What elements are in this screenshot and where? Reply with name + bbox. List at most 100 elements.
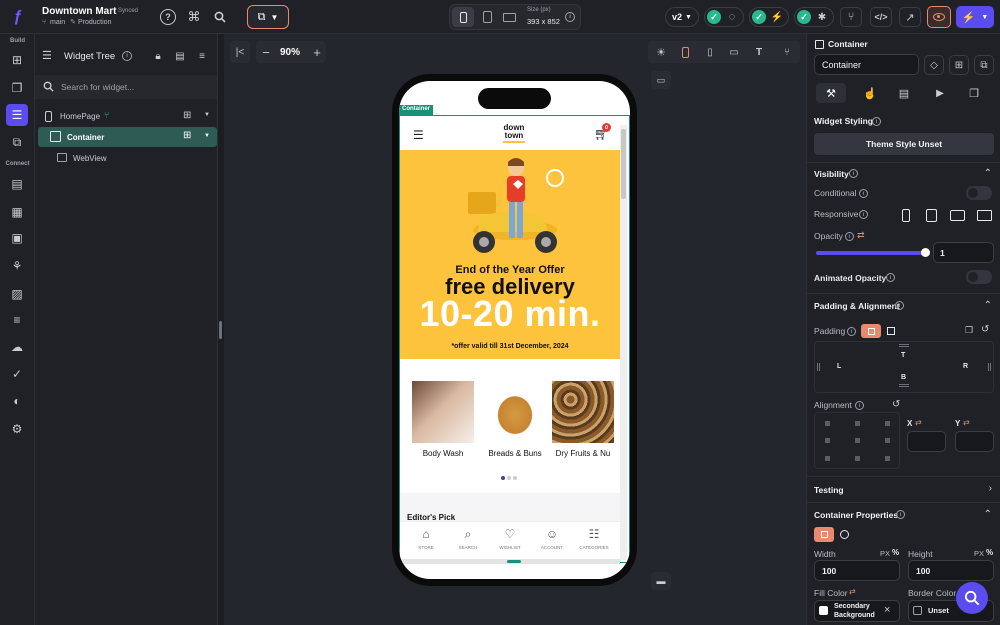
category-item[interactable]: Breads & Buns [483,381,547,458]
widget-graph-icon[interactable]: ⑂ [779,44,795,60]
tablet-icon[interactable] [926,209,937,222]
tab-animations[interactable]: ▶ [925,83,955,103]
animated-opacity-toggle[interactable] [966,270,992,284]
preview-button[interactable] [927,6,951,28]
align-top-left[interactable] [825,421,830,426]
app-state-icon[interactable]: ▦ [7,202,27,222]
components-icon[interactable]: ⧉ [7,132,27,152]
phone-icon[interactable] [902,209,910,222]
category-item[interactable]: Body Wash [411,381,475,458]
api-calls-icon[interactable]: ▣ [7,228,27,248]
environment-name[interactable]: Production [78,19,111,26]
variable-link-icon[interactable]: ⇄ [857,230,865,241]
command-icon[interactable]: ⌘ [186,9,202,25]
code-button[interactable]: </> [870,7,892,27]
tab-documentation[interactable]: ❐ [959,83,989,103]
align-center[interactable] [855,438,860,443]
shape-circle-button[interactable] [837,527,852,542]
tab-properties[interactable]: ⚒ [816,83,846,103]
run-button[interactable]: ⚡ ▼ [956,6,994,28]
align-y-input[interactable] [955,431,994,452]
canvas-side-icon[interactable]: ▭ [651,71,671,89]
integrations-icon[interactable]: ⚘ [7,256,27,276]
reset-icon[interactable]: ↺ [981,324,989,335]
add-child-icon[interactable]: ⊞ [183,110,191,121]
help-icon[interactable]: ? [160,9,176,25]
chevron-up-icon[interactable]: ⌃ [984,168,992,179]
info-icon[interactable]: i [847,327,856,336]
opacity-slider-thumb[interactable] [921,248,930,257]
desktop-device-button[interactable] [499,7,519,27]
nav-wishlist[interactable]: ♡ WISHLIST [492,527,528,550]
zoom-level[interactable]: 90% [280,47,300,58]
conditional-toggle[interactable] [966,186,992,200]
add-page-icon[interactable]: ⊞ [7,50,27,70]
floating-search-button[interactable] [956,582,988,614]
info-icon[interactable]: i [896,510,905,519]
variable-link-icon[interactable]: ⇄ [963,418,970,427]
search-icon[interactable] [212,9,228,25]
shape-rectangle-button[interactable] [814,527,834,542]
height-unit-label[interactable]: PX [974,549,984,558]
tablet-device-button[interactable] [477,7,497,27]
category-item[interactable]: Dry Fruits & Nu [551,381,615,458]
sort-icon[interactable]: ≡ [195,49,209,63]
nav-store[interactable]: ⌂ STORE [408,527,444,550]
nav-categories[interactable]: ☷ CATEGORIES [576,527,612,550]
carousel-dot-active[interactable] [501,476,505,480]
tab-backend-query[interactable]: ▤ [889,83,919,103]
align-center-left[interactable] [825,438,830,443]
panel-resize-handle[interactable] [219,321,222,339]
info-icon[interactable]: i [886,273,895,282]
info-icon[interactable]: i [845,232,854,241]
info-icon[interactable]: i [849,169,858,178]
padding-right-handle[interactable] [988,363,991,371]
widget-tree-link-icon[interactable]: ⧉ [974,55,994,75]
variable-link-icon[interactable]: ⇄ [915,418,922,427]
chevron-right-icon[interactable]: › [989,483,992,494]
custom-code-icon[interactable]: ≡ [7,310,27,330]
align-bottom-left[interactable] [825,456,830,461]
add-child-icon[interactable]: ⊞ [183,130,191,141]
chevron-up-icon[interactable]: ⌃ [984,300,992,311]
padding-uniform-button[interactable] [861,324,881,338]
align-x-input[interactable] [907,431,946,452]
media-assets-icon[interactable]: ▨ [7,284,27,304]
add-widget-icon[interactable]: ⊞ [949,55,969,75]
align-top-center[interactable] [855,421,860,426]
widget-palette-button[interactable]: ⧉ ▼ [247,5,289,29]
version-selector[interactable]: v2 ▼ [665,7,699,27]
canvas-keyboard-icon[interactable]: ▬ [651,572,671,590]
reset-icon[interactable]: ↺ [892,399,900,410]
align-top-right[interactable] [885,421,890,426]
lock-icon[interactable]: 🔒︎ [151,49,165,63]
carousel-dot[interactable] [513,476,517,480]
info-icon[interactable]: i [122,51,132,61]
alignment-grid[interactable] [814,412,900,469]
zoom-out-button[interactable]: − [259,44,273,60]
desktop-icon[interactable] [977,210,992,221]
info-icon[interactable]: i [872,117,881,126]
pages-icon[interactable]: ❐ [7,78,27,98]
phone-orientation-button[interactable] [677,44,693,60]
tree-toggle-icon[interactable]: ☰ [42,49,52,62]
info-icon[interactable]: i [565,12,575,22]
text-scale-icon[interactable]: T [751,44,767,60]
padding-top-handle[interactable] [899,344,909,347]
copy-icon[interactable]: ❐ [965,325,973,336]
tablet-landscape-icon[interactable] [950,210,965,221]
info-icon[interactable]: i [895,301,904,310]
tests-icon[interactable]: ✓ [7,364,27,384]
scrollbar-thumb[interactable] [621,129,626,199]
align-bottom-center[interactable] [855,456,860,461]
carousel-dot[interactable] [507,476,511,480]
cloud-functions-icon[interactable]: ☁ [7,337,27,357]
percent-icon[interactable]: % [986,548,993,557]
widget-tree-icon[interactable]: ☰ [6,104,28,126]
theme-icon[interactable]: ◐ [7,391,27,411]
nav-account[interactable]: ☺ ACCOUNT [534,527,570,550]
resize-handle[interactable] [507,560,521,563]
collapse-panel-button[interactable]: |< [230,41,250,63]
app-screen[interactable]: Container ☰ down town 🛒︎ 0 End of the Ye… [399,81,630,579]
zoom-in-button[interactable]: + [310,44,324,60]
